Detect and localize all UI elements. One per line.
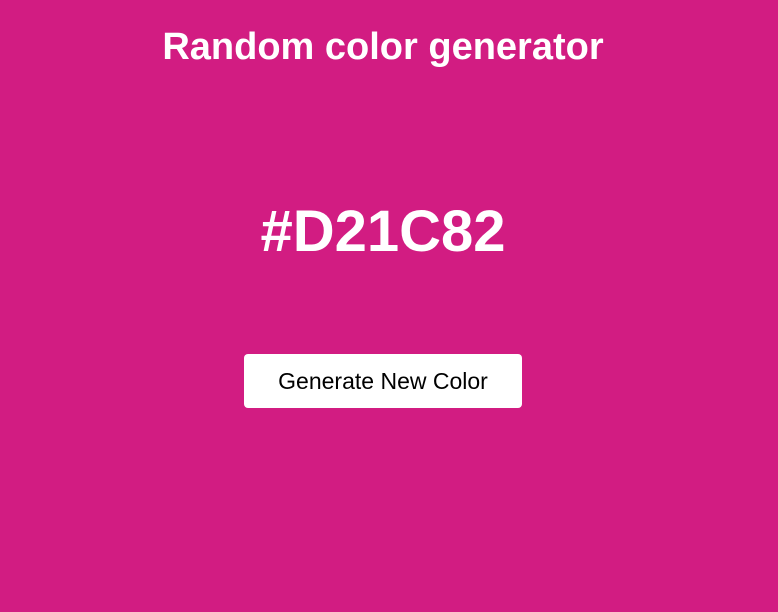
generate-new-color-button[interactable]: Generate New Color: [244, 354, 522, 408]
color-hex-value: #D21C82: [260, 199, 506, 264]
page-title: Random color generator: [162, 26, 604, 68]
color-generator-page: Random color generator #D21C82 Generate …: [0, 0, 778, 612]
